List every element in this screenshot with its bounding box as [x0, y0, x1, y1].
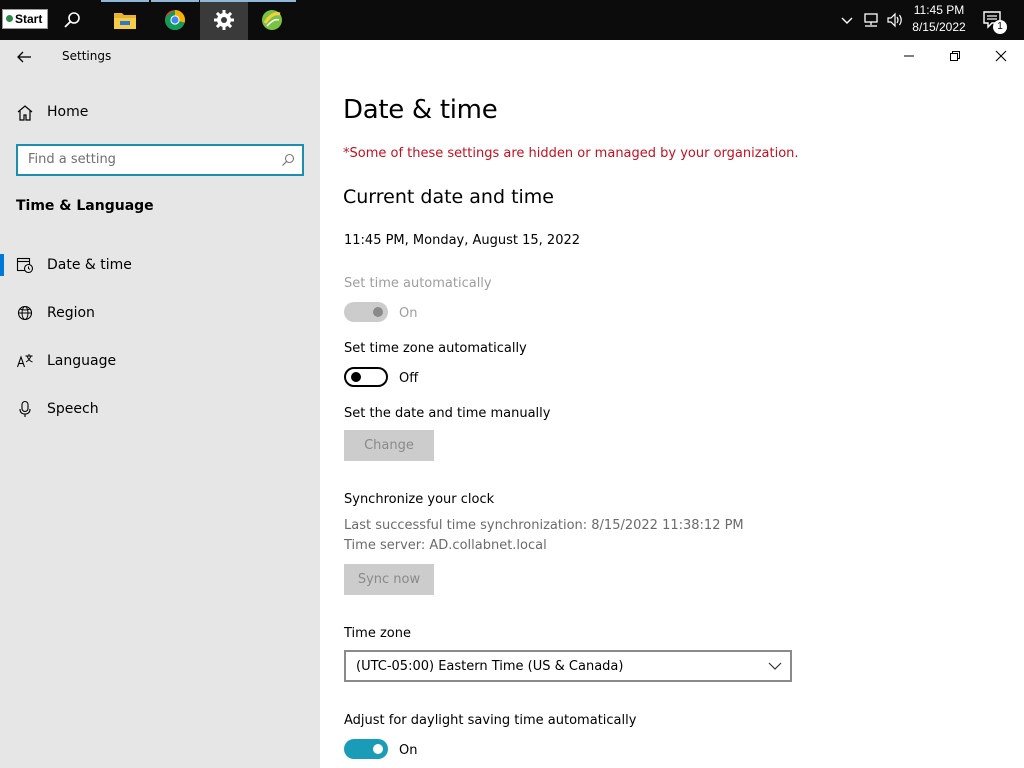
change-button[interactable]: Change	[344, 430, 434, 461]
dst-label: Adjust for daylight saving time automati…	[344, 713, 637, 728]
minimize-button[interactable]	[886, 40, 932, 72]
taskbar-clock[interactable]: 11:45 PM 8/15/2022	[906, 2, 972, 36]
toggle-knob	[373, 307, 383, 317]
restore-button[interactable]	[932, 40, 978, 72]
minimize-icon	[904, 55, 914, 57]
back-button[interactable]	[12, 46, 36, 68]
green-app-icon	[262, 10, 282, 30]
volume-icon	[887, 12, 902, 28]
sidebar-item-label: Speech	[47, 401, 99, 417]
close-button[interactable]	[978, 40, 1024, 72]
sync-heading: Synchronize your clock	[344, 492, 495, 507]
section-title: Time & Language	[16, 198, 154, 214]
running-indicator	[151, 0, 199, 2]
set-timezone-auto-label: Set time zone automatically	[344, 341, 527, 356]
tray-overflow-button[interactable]	[838, 0, 856, 40]
timezone-label: Time zone	[344, 626, 411, 641]
set-timezone-auto-toggle[interactable]	[344, 367, 388, 387]
taskbar: Start 11:45 PM 8/15/2022 1	[0, 0, 1024, 40]
search-icon	[282, 153, 295, 166]
notification-count-badge: 1	[993, 20, 1007, 34]
taskbar-file-explorer[interactable]	[101, 0, 149, 40]
dst-state: On	[399, 743, 418, 758]
sidebar-home[interactable]: Home	[0, 100, 320, 126]
globe-icon	[17, 305, 33, 321]
sidebar-item-speech[interactable]: Speech	[0, 394, 320, 424]
sidebar-item-language[interactable]: Language	[0, 346, 320, 376]
close-icon	[995, 50, 1007, 62]
search-placeholder: Find a setting	[28, 152, 116, 167]
back-arrow-icon	[17, 51, 31, 63]
toggle-knob	[351, 372, 361, 382]
current-date-value: 11:45 PM, Monday, August 15, 2022	[344, 233, 581, 248]
set-time-auto-toggle[interactable]	[344, 302, 388, 322]
file-explorer-icon	[114, 13, 136, 29]
running-indicator	[101, 0, 149, 2]
page-title: Date & time	[343, 95, 498, 125]
sidebar-item-date-time[interactable]: Date & time	[0, 250, 320, 280]
last-sync-text: Last successful time synchronization: 8/…	[344, 518, 744, 533]
sidebar: Settings Home Find a setting Time & Lang…	[0, 40, 320, 768]
start-button[interactable]: Start	[2, 9, 48, 29]
tray-network-button[interactable]	[860, 0, 882, 40]
chevron-down-icon	[768, 662, 782, 670]
sidebar-item-label: Language	[47, 353, 117, 369]
selected-indicator	[0, 254, 4, 276]
taskbar-green-app[interactable]	[248, 0, 296, 40]
calendar-clock-icon	[16, 257, 34, 274]
restore-icon	[950, 51, 960, 61]
settings-gear-icon	[214, 10, 234, 30]
running-indicator	[248, 0, 296, 2]
time-server-text: Time server: AD.collabnet.local	[344, 538, 547, 553]
manual-date-label: Set the date and time manually	[344, 406, 551, 421]
timezone-value: (UTC-05:00) Eastern Time (US & Canada)	[356, 659, 624, 674]
managed-warning: *Some of these settings are hidden or ma…	[343, 146, 799, 161]
chrome-icon	[165, 9, 186, 31]
taskbar-search-button[interactable]	[48, 0, 96, 40]
start-label: Start	[15, 12, 43, 26]
chevron-up-icon	[841, 17, 853, 24]
current-date-heading: Current date and time	[343, 186, 554, 208]
action-center-button[interactable]: 1	[980, 0, 1007, 40]
start-orb-icon	[6, 15, 13, 22]
taskbar-chrome[interactable]	[151, 0, 199, 40]
tray-volume-button[interactable]	[884, 0, 906, 40]
search-icon	[64, 12, 80, 28]
sidebar-item-region[interactable]: Region	[0, 298, 320, 328]
microphone-icon	[19, 400, 31, 417]
running-indicator	[200, 0, 248, 2]
set-time-auto-state: On	[399, 306, 418, 321]
sync-now-button[interactable]: Sync now	[344, 564, 434, 595]
app-title: Settings	[62, 49, 112, 63]
sidebar-item-label: Region	[47, 305, 95, 321]
dst-toggle[interactable]	[344, 739, 388, 759]
sidebar-item-label: Date & time	[47, 257, 132, 273]
network-icon	[864, 13, 878, 27]
timezone-dropdown[interactable]: (UTC-05:00) Eastern Time (US & Canada)	[344, 650, 792, 682]
language-icon	[16, 354, 33, 368]
taskbar-settings[interactable]	[200, 0, 248, 40]
home-label: Home	[47, 104, 89, 120]
search-input[interactable]: Find a setting	[16, 144, 304, 176]
set-timezone-auto-state: Off	[399, 371, 419, 386]
clock-date: 8/15/2022	[912, 20, 966, 34]
set-time-auto-label: Set time automatically	[344, 276, 492, 291]
clock-time: 11:45 PM	[913, 3, 965, 17]
toggle-knob	[373, 744, 383, 754]
home-icon	[17, 105, 33, 121]
